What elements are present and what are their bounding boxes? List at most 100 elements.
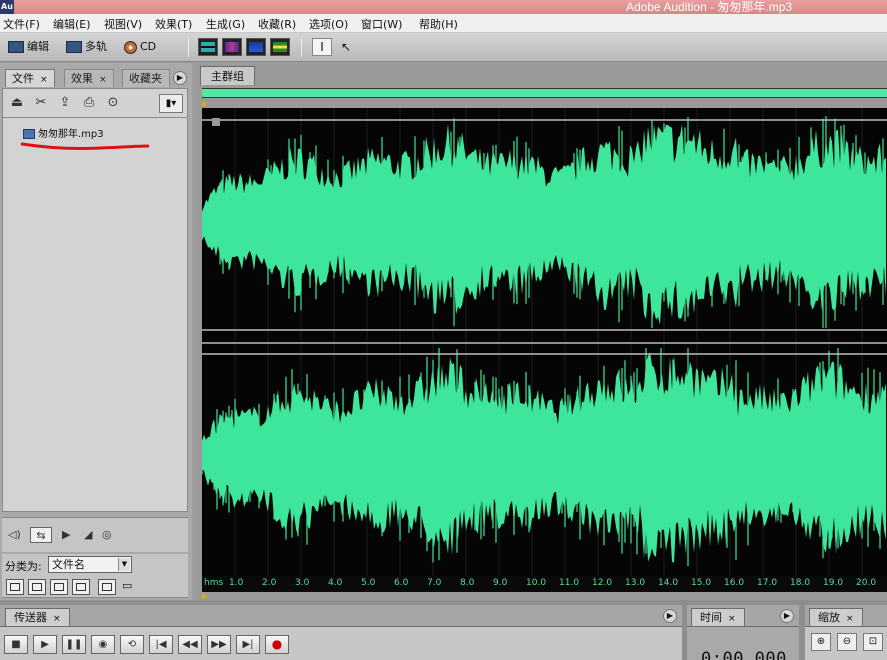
waveform-svg — [202, 108, 887, 576]
menu-options[interactable]: 选项(O) — [309, 16, 348, 32]
phase-view-button[interactable] — [270, 38, 290, 56]
files-options-button[interactable]: ▮▾ — [159, 94, 183, 113]
spectral-pan-button[interactable] — [246, 38, 266, 56]
scrub-tool-button[interactable]: ↖ — [336, 38, 356, 56]
video-filter-icon — [54, 583, 64, 591]
menu-favorites[interactable]: 收藏(R) — [258, 16, 296, 32]
scrub-tool-icon: ↖ — [340, 40, 352, 54]
zoom-out-horizontal-button[interactable]: ⊖ — [837, 633, 857, 651]
import-file-icon[interactable]: ⇪ — [57, 95, 73, 111]
waveform-display[interactable] — [202, 108, 887, 576]
time-selection-tool-button[interactable]: I — [312, 38, 332, 56]
zoom-full-button[interactable]: ⊡ — [863, 633, 883, 651]
time-label: 时间 — [700, 611, 722, 624]
cd-view-label: CD — [140, 40, 157, 53]
files-toolbar: ⏏ ✂ ⇪ ⎙ ⊙ ▮▾ — [2, 88, 188, 117]
cd-view-button[interactable]: CD — [124, 38, 156, 56]
play-button[interactable]: ▶ — [33, 635, 57, 654]
play-preview-icon[interactable]: ▶ — [62, 527, 70, 543]
toolbar-separator — [188, 38, 189, 57]
cursor-marker-top-icon[interactable]: ▲ — [201, 99, 206, 107]
sort-value: 文件名 — [52, 558, 85, 571]
files-list[interactable]: 匆匆那年.mp3 — [2, 117, 188, 512]
filter-midi-button[interactable] — [72, 579, 90, 595]
menu-edit[interactable]: 编辑(E) — [53, 16, 91, 32]
folder-button[interactable]: ▭ — [122, 579, 140, 595]
filter-audio-button[interactable] — [6, 579, 24, 595]
menu-generate[interactable]: 生成(G) — [206, 16, 245, 32]
show-full-path-button[interactable] — [98, 579, 116, 595]
speaker-icon[interactable]: ◁) — [8, 527, 21, 543]
menu-view[interactable]: 视图(V) — [104, 16, 142, 32]
play-from-cursor-button[interactable]: ◉ — [91, 635, 115, 654]
cd-view-icon — [124, 40, 137, 54]
phase-view-icon — [273, 42, 287, 52]
multitrack-view-button[interactable]: 多轨 — [66, 38, 107, 56]
tab-files[interactable]: 文件 × — [5, 69, 55, 87]
record-button[interactable]: ● — [265, 635, 289, 654]
record-icon: ● — [271, 637, 283, 651]
menu-help[interactable]: 帮助(H) — [419, 16, 458, 32]
tab-effects[interactable]: 效果 × — [64, 69, 114, 87]
zoom-in-horizontal-button[interactable]: ⊕ — [811, 633, 831, 651]
ruler-tick-label: 11.0 — [559, 578, 580, 588]
filter-video-button[interactable] — [50, 579, 68, 595]
volume-knob-icon[interactable]: ◎ — [102, 527, 112, 543]
tab-effects-close[interactable]: × — [99, 75, 107, 85]
tab-files-close[interactable]: × — [40, 75, 48, 85]
panel-menu-arrow-icon[interactable]: ▶ — [780, 609, 794, 623]
insert-file-icon[interactable]: ⎙ — [81, 95, 97, 111]
loop-icon: ⇆ — [36, 529, 46, 542]
loop-play-button[interactable]: ⟲ — [120, 635, 144, 654]
panel-menu-arrow-icon[interactable]: ▶ — [173, 71, 187, 85]
waveform-channel-right — [202, 352, 886, 563]
zoom-label: 缩放 — [818, 611, 840, 624]
time-close[interactable]: × — [728, 614, 736, 624]
cursor-marker-bottom-icon[interactable]: ▲ — [201, 591, 206, 599]
zoom-close[interactable]: × — [846, 614, 854, 624]
fast-forward-button[interactable]: ▶▶ — [207, 635, 231, 654]
tab-zoom[interactable]: 缩放 × — [809, 608, 863, 626]
go-to-start-button[interactable]: |◀ — [149, 635, 173, 654]
file-name: 匆匆那年.mp3 — [38, 129, 104, 140]
edit-file-icon[interactable]: ⊙ — [105, 95, 121, 111]
panel-menu-arrow-icon[interactable]: ▶ — [663, 609, 677, 623]
waveform-view-button[interactable] — [198, 38, 218, 56]
menu-effects[interactable]: 效果(T) — [155, 16, 192, 32]
edit-view-icon — [8, 41, 24, 53]
edit-view-button[interactable]: 编辑 — [8, 38, 49, 56]
menu-window[interactable]: 窗口(W) — [361, 16, 402, 32]
loop-play-icon: ⟲ — [127, 639, 137, 650]
tab-time[interactable]: 时间 × — [691, 608, 745, 626]
pause-button[interactable]: ❚❚ — [62, 635, 86, 654]
stop-button[interactable]: ■ — [4, 635, 28, 654]
go-to-end-button[interactable]: ▶| — [236, 635, 260, 654]
channel-marker-icon[interactable] — [212, 118, 220, 126]
ruler-tick-label: 14.0 — [658, 578, 679, 588]
volume-icon[interactable]: ◢ — [84, 527, 92, 543]
tab-main-group[interactable]: 主群组 — [200, 66, 255, 85]
pause-icon: ❚❚ — [65, 639, 83, 650]
filter-loop-button[interactable] — [28, 579, 46, 595]
loop-button[interactable]: ⇆ — [30, 527, 52, 543]
ruler-tick-label: 5.0 — [361, 578, 376, 588]
time-panel: 时间 × ▶ 0:00.000 — [687, 605, 799, 660]
time-selection-tool-icon: I — [320, 40, 324, 54]
tab-transport[interactable]: 传送器 × — [5, 608, 70, 626]
ruler-tick-label: 16.0 — [724, 578, 745, 588]
ruler-tick-label: 12.0 — [592, 578, 613, 588]
multitrack-view-label: 多轨 — [85, 40, 107, 53]
ruler-tick-label: 18.0 — [790, 578, 811, 588]
spectral-view-button[interactable] — [222, 38, 242, 56]
time-ruler[interactable]: hms 1.0 2.0 3.0 4.0 5.0 6.0 7.0 8.0 9.0 10.0 11.0 1… — [202, 576, 887, 592]
transport-close[interactable]: × — [53, 614, 61, 624]
waveform-overview-bar[interactable] — [202, 88, 887, 98]
rewind-button[interactable]: ◀◀ — [178, 635, 202, 654]
ruler-tick-label: 10.0 — [526, 578, 547, 588]
list-item[interactable]: 匆匆那年.mp3 — [23, 125, 104, 140]
open-file-icon[interactable]: ⏏ — [9, 95, 25, 111]
sort-dropdown[interactable]: 文件名 ▼ — [48, 556, 132, 573]
tab-favorites[interactable]: 收藏夹 — [122, 69, 170, 87]
menu-file[interactable]: 文件(F) — [3, 16, 40, 32]
close-file-icon[interactable]: ✂ — [33, 95, 49, 111]
